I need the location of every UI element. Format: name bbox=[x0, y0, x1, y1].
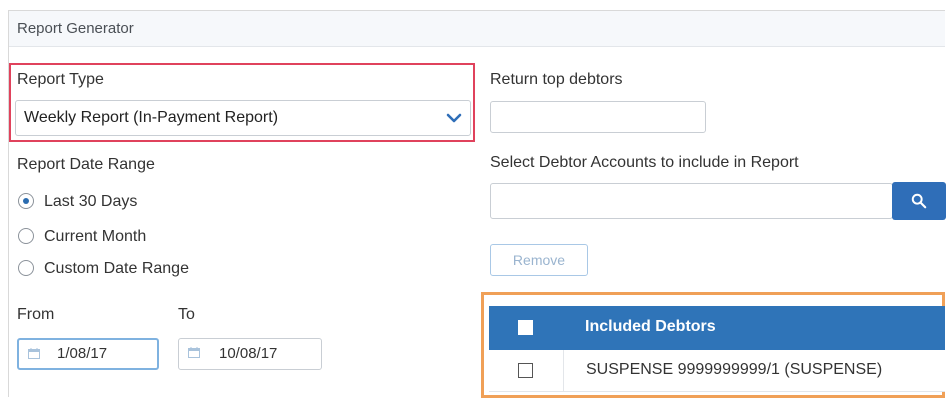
report-type-label: Report Type bbox=[17, 71, 104, 88]
search-button[interactable] bbox=[892, 182, 946, 220]
calendar-icon bbox=[188, 347, 200, 358]
remove-button[interactable]: Remove bbox=[490, 244, 588, 276]
radio-button[interactable] bbox=[18, 228, 34, 244]
debtor-search-input[interactable] bbox=[490, 183, 893, 219]
to-date-value: 10/08/17 bbox=[219, 345, 278, 362]
report-type-value: Weekly Report (In-Payment Report) bbox=[24, 109, 279, 126]
radio-button[interactable] bbox=[18, 260, 34, 276]
select-all-checkbox[interactable] bbox=[518, 320, 533, 335]
panel-title: Report Generator bbox=[17, 20, 134, 37]
to-date-input[interactable]: 10/08/17 bbox=[178, 338, 322, 370]
included-debtors-header: Included Debtors bbox=[585, 318, 716, 335]
from-date-value: 1/08/17 bbox=[57, 345, 108, 362]
panel-header: Report Generator bbox=[9, 11, 945, 47]
debtor-accounts-label: Select Debtor Accounts to include in Rep… bbox=[490, 154, 799, 171]
chevron-down-icon bbox=[446, 113, 462, 123]
row-checkbox[interactable] bbox=[518, 363, 533, 378]
radio-button[interactable] bbox=[18, 193, 34, 209]
from-label: From bbox=[17, 306, 55, 323]
table-header: Included Debtors bbox=[489, 306, 945, 350]
radio-label: Last 30 Days bbox=[44, 193, 138, 210]
from-date-input[interactable]: 1/08/17 bbox=[17, 338, 159, 370]
to-label: To bbox=[178, 306, 195, 323]
top-debtors-label: Return top debtors bbox=[490, 71, 623, 88]
radio-label: Custom Date Range bbox=[44, 260, 189, 277]
table-row[interactable]: SUSPENSE 9999999999/1 (SUSPENSE) bbox=[489, 350, 945, 392]
calendar-icon bbox=[28, 348, 40, 359]
report-type-select[interactable]: Weekly Report (In-Payment Report) bbox=[15, 100, 471, 136]
radio-label: Current Month bbox=[44, 228, 147, 245]
date-range-label: Report Date Range bbox=[17, 156, 155, 173]
search-icon bbox=[911, 193, 927, 209]
top-debtors-input[interactable] bbox=[490, 101, 706, 133]
debtor-name: SUSPENSE 9999999999/1 (SUSPENSE) bbox=[586, 361, 883, 378]
column-divider bbox=[563, 350, 564, 391]
